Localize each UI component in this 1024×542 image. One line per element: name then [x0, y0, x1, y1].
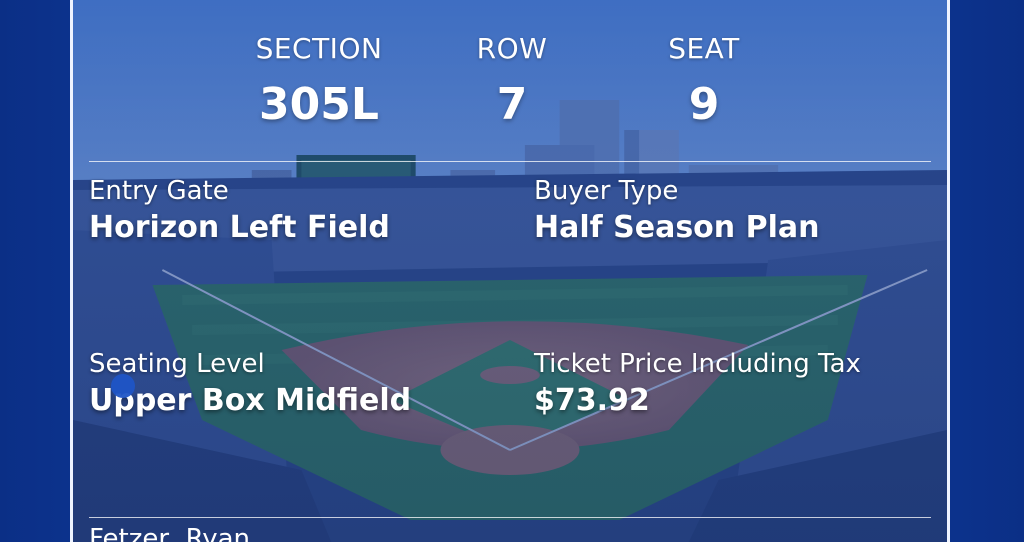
seating-level-label: Seating Level [89, 349, 265, 379]
ticket-card: SECTION 305L ROW 7 SEAT 9 Entry Gate Hor… [70, 0, 950, 542]
section-value: 305L [259, 79, 379, 130]
ticket-price-label: Ticket Price Including Tax [534, 349, 861, 379]
ticket-price-field: Ticket Price Including Tax $73.92 [534, 349, 861, 418]
buyer-type-field: Buyer Type Half Season Plan [534, 176, 819, 245]
row-column: ROW 7 [412, 32, 612, 130]
seat-value: 9 [688, 79, 720, 130]
row-label: ROW [476, 32, 548, 65]
ticket-screen: SECTION 305L ROW 7 SEAT 9 Entry Gate Hor… [0, 0, 1024, 542]
section-label: SECTION [255, 32, 383, 65]
buyer-type-value: Half Season Plan [534, 210, 820, 245]
ticket-holder-name: Fetzer, Ryan [89, 524, 251, 542]
entry-gate-value: Horizon Left Field [89, 210, 390, 245]
ticket-price-value: $73.92 [534, 383, 650, 418]
entry-gate-field: Entry Gate Horizon Left Field [89, 176, 390, 245]
seating-level-field: Seating Level Upper Box Midfield [89, 349, 411, 418]
buyer-type-label: Buyer Type [534, 176, 679, 206]
seating-level-value: Upper Box Midfield [89, 383, 412, 418]
indicator-dot [111, 374, 135, 398]
bottom-divider [89, 517, 931, 518]
top-divider [89, 161, 931, 162]
ticket-content: SECTION 305L ROW 7 SEAT 9 Entry Gate Hor… [73, 0, 947, 542]
row-value: 7 [496, 79, 528, 130]
entry-gate-label: Entry Gate [89, 176, 229, 206]
seat-column: SEAT 9 [604, 32, 804, 130]
section-column: SECTION 305L [219, 32, 419, 130]
seat-label: SEAT [668, 32, 740, 65]
